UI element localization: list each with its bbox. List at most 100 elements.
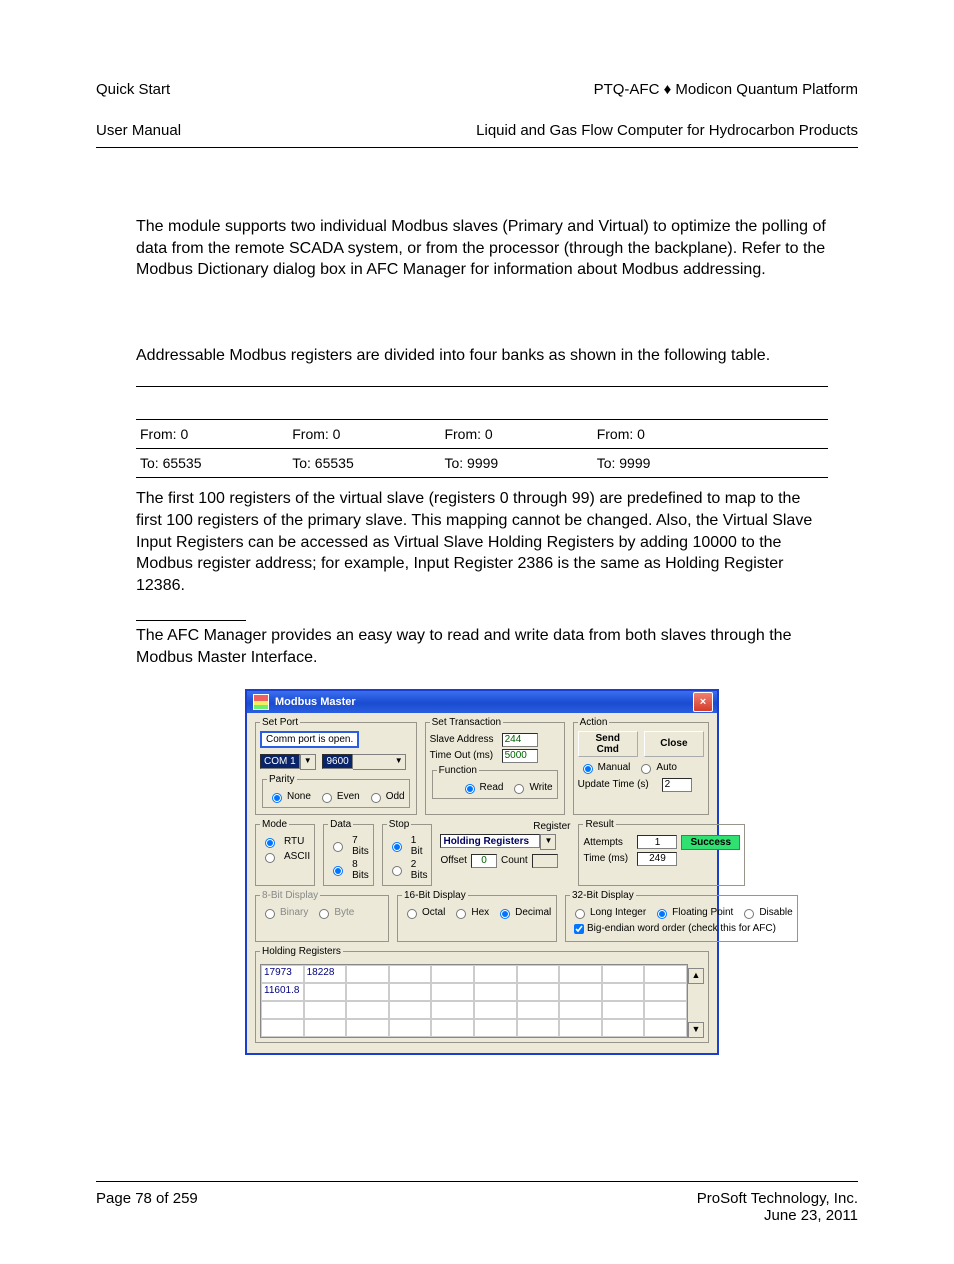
manual-radio[interactable]: Manual <box>578 761 631 774</box>
modbus-master-dialog: Modbus Master × Set Port Comm port is op… <box>245 689 719 1055</box>
offset-input[interactable] <box>471 854 497 868</box>
table-row: From: 0 From: 0 From: 0 From: 0 <box>136 420 828 449</box>
auto-radio[interactable]: Auto <box>636 761 677 774</box>
app-icon <box>253 694 269 710</box>
register-label: Register <box>533 821 570 832</box>
result-status: Success <box>681 835 740 850</box>
dialog-title: Modbus Master <box>275 696 356 708</box>
stop-1-radio[interactable]: 1 Bit <box>387 835 428 857</box>
cell: From: 0 <box>136 420 288 449</box>
timeout-label: Time Out (ms) <box>430 750 498 761</box>
set-transaction-group: Set Transaction Slave Address Time Out (… <box>425 717 565 815</box>
cell <box>745 420 828 449</box>
cell: To: 65535 <box>288 449 440 478</box>
reg-cell[interactable] <box>517 965 560 983</box>
reg-cell[interactable] <box>517 983 560 1001</box>
function-write-radio[interactable]: Write <box>509 781 552 794</box>
parity-odd-radio[interactable]: Odd <box>366 790 405 803</box>
reg-cell[interactable] <box>304 983 347 1001</box>
count-label: Count <box>501 855 528 866</box>
reg-cell[interactable] <box>346 983 389 1001</box>
big-endian-checkbox[interactable]: Big-endian word order (check this for AF… <box>570 921 793 937</box>
baud-select[interactable]: 9600 <box>322 754 352 769</box>
function-legend: Function <box>437 765 479 776</box>
reg-cell[interactable] <box>389 965 432 983</box>
reg-cell[interactable] <box>346 965 389 983</box>
reg-cell[interactable] <box>644 983 687 1001</box>
reg-cell[interactable] <box>431 983 474 1001</box>
cell <box>745 449 828 478</box>
parity-none-radio[interactable]: None <box>267 790 311 803</box>
cell: From: 0 <box>593 420 745 449</box>
chevron-down-icon[interactable]: ▼ <box>353 754 406 770</box>
set-port-group: Set Port Comm port is open. COM 1▼ 9600▼… <box>255 717 417 815</box>
holding-registers-legend: Holding Registers <box>260 946 343 957</box>
chevron-down-icon[interactable]: ▼ <box>300 754 316 770</box>
register-type-select[interactable]: Holding Registers <box>440 834 540 848</box>
slave-address-input[interactable] <box>502 733 538 747</box>
update-time-label: Update Time (s) <box>578 779 658 790</box>
reg-cell[interactable]: 18228 <box>304 965 347 983</box>
reg-cell[interactable] <box>559 965 602 983</box>
function-read-radio[interactable]: Read <box>460 781 504 794</box>
parity-even-radio[interactable]: Even <box>317 790 360 803</box>
reg-cell[interactable] <box>559 983 602 1001</box>
reg-cell[interactable] <box>431 965 474 983</box>
floating-point-radio[interactable]: Floating Point <box>652 906 733 919</box>
cell: To: 9999 <box>593 449 745 478</box>
data-group: Data 7 Bits 8 Bits <box>323 819 374 886</box>
attempts-label: Attempts <box>583 837 633 848</box>
scroll-up-button[interactable]: ▲ <box>688 968 704 984</box>
binary-radio[interactable]: Binary <box>260 906 308 919</box>
byte-radio[interactable]: Byte <box>314 906 354 919</box>
stop-legend: Stop <box>387 819 412 830</box>
paragraph-3: The first 100 registers of the virtual s… <box>136 488 828 596</box>
reg-cell[interactable] <box>474 965 517 983</box>
close-button[interactable]: × <box>693 692 713 712</box>
dialog-titlebar[interactable]: Modbus Master × <box>247 691 717 713</box>
section-rule <box>136 620 246 621</box>
page-number: Page 78 of 259 <box>96 1190 198 1224</box>
32bit-display-group: 32-Bit Display Long Integer Floating Poi… <box>565 890 798 942</box>
close-action-button[interactable]: Close <box>644 731 704 757</box>
registers-grid: 17973 18228 11601.8 <box>260 964 688 1038</box>
scroll-down-button[interactable]: ▼ <box>688 1022 704 1038</box>
8bit-display-group: 8-Bit Display Binary Byte <box>255 890 389 942</box>
send-cmd-button[interactable]: Send Cmd <box>578 731 638 757</box>
register-banks-table: From: 0 From: 0 From: 0 From: 0 To: 6553… <box>136 386 828 478</box>
mode-rtu-radio[interactable]: RTU <box>260 835 310 848</box>
result-legend: Result <box>583 819 615 830</box>
32bit-legend: 32-Bit Display <box>570 890 636 901</box>
parity-group: Parity None Even Odd <box>262 774 410 808</box>
timeout-input[interactable] <box>502 749 538 763</box>
header-section: Quick Start <box>96 81 170 98</box>
comm-status: Comm port is open. <box>260 731 359 748</box>
stop-2-radio[interactable]: 2 Bits <box>387 859 428 881</box>
chevron-down-icon[interactable]: ▼ <box>540 834 556 850</box>
reg-cell[interactable] <box>644 965 687 983</box>
count-input[interactable] <box>532 854 558 868</box>
reg-cell[interactable]: 17973 <box>261 965 304 983</box>
parity-legend: Parity <box>267 774 297 785</box>
octal-radio[interactable]: Octal <box>402 906 445 919</box>
reg-cell[interactable] <box>474 983 517 1001</box>
data-8-radio[interactable]: 8 Bits <box>328 859 369 881</box>
reg-cell[interactable] <box>602 983 645 1001</box>
reg-cell[interactable] <box>602 965 645 983</box>
hex-radio[interactable]: Hex <box>451 906 489 919</box>
header-left: Quick Start User Manual <box>96 60 181 141</box>
decimal-radio[interactable]: Decimal <box>495 906 551 919</box>
function-group: Function Read Write <box>432 765 558 799</box>
update-time-input[interactable] <box>662 778 692 792</box>
reg-cell[interactable] <box>389 983 432 1001</box>
com-port-select[interactable]: COM 1 <box>260 754 300 769</box>
cell: To: 65535 <box>136 449 288 478</box>
disable-radio[interactable]: Disable <box>739 906 792 919</box>
table-row: To: 65535 To: 65535 To: 9999 To: 9999 <box>136 449 828 478</box>
reg-cell[interactable]: 11601.8 <box>261 983 304 1001</box>
data-7-radio[interactable]: 7 Bits <box>328 835 369 857</box>
long-integer-radio[interactable]: Long Integer <box>570 906 646 919</box>
mode-ascii-radio[interactable]: ASCII <box>260 850 310 863</box>
cell: From: 0 <box>440 420 592 449</box>
attempts-value <box>637 835 677 849</box>
